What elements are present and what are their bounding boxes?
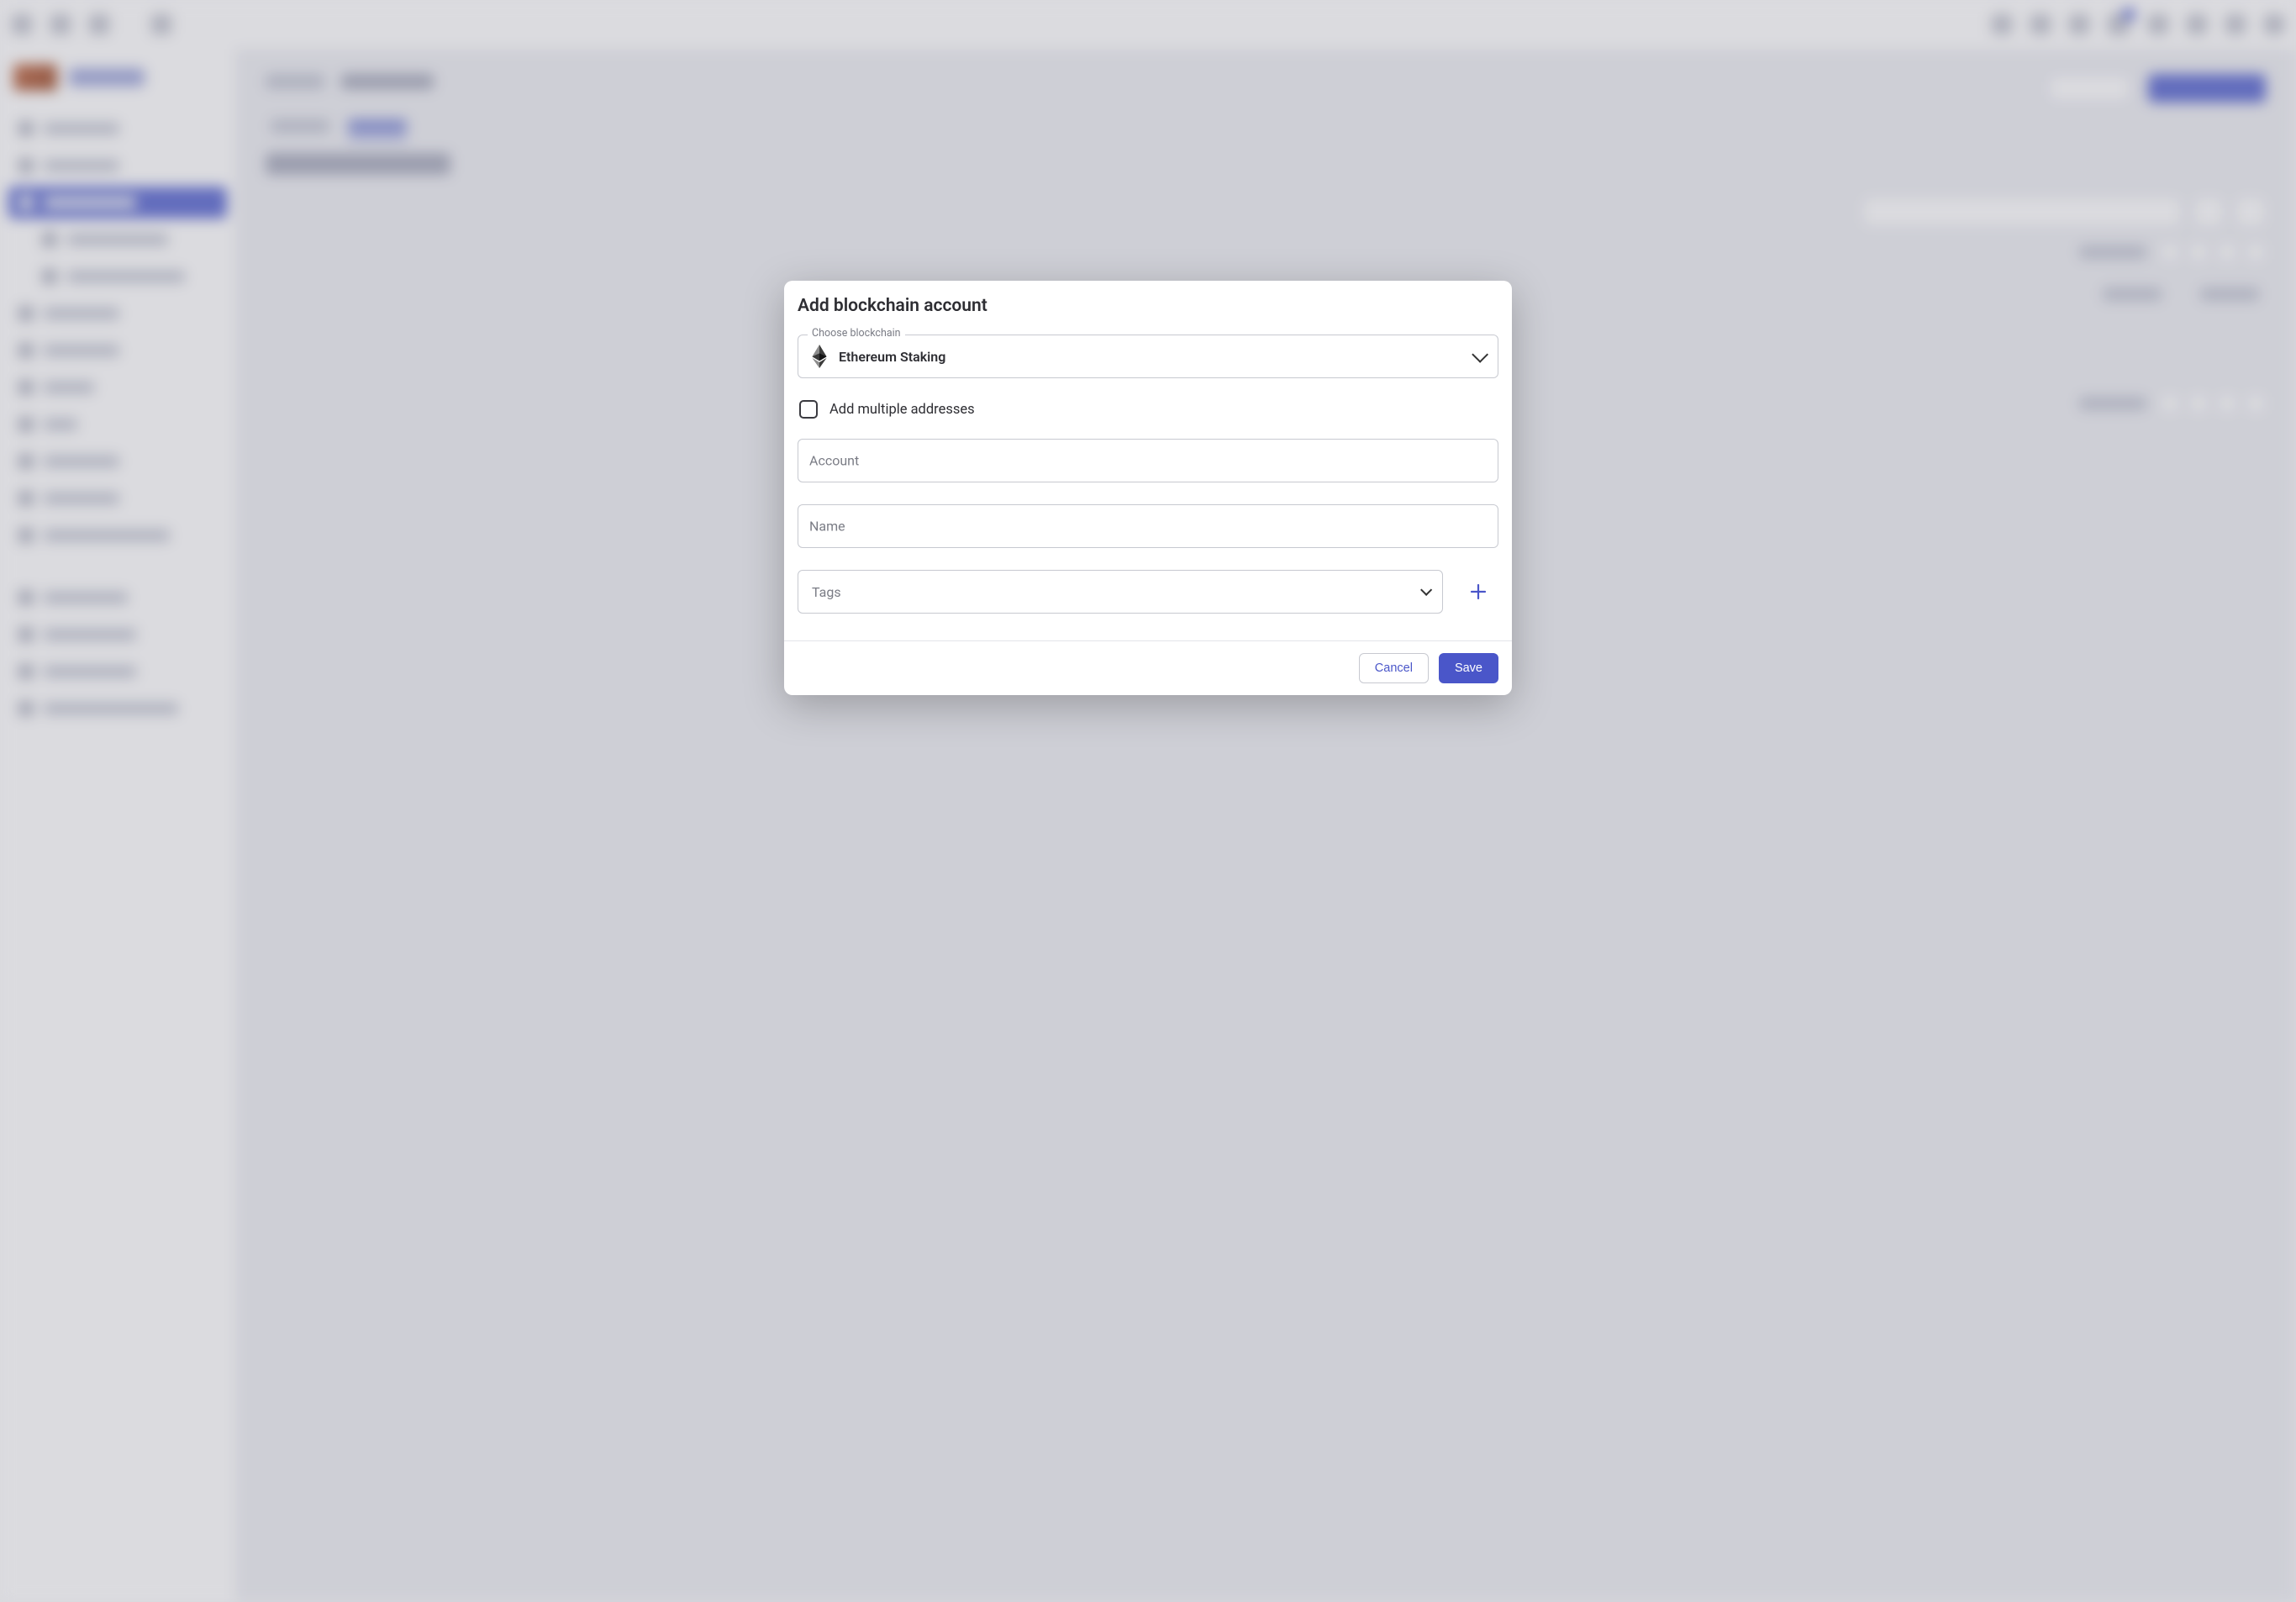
add-blockchain-account-modal: Add blockchain account Choose blockchain… [784,281,1512,695]
chevron-down-icon [1472,346,1488,363]
add-multiple-addresses-label: Add multiple addresses [829,402,975,418]
tags-label: Tags [812,584,841,600]
modal-overlay: Add blockchain account Choose blockchain… [0,0,2296,1602]
name-input[interactable] [798,504,1498,548]
save-button[interactable]: Save [1439,653,1498,683]
account-input[interactable] [798,439,1498,482]
add-tag-button[interactable] [1458,572,1498,612]
account-field-wrap: Account [798,439,1498,482]
tags-field[interactable]: Tags [798,570,1443,614]
add-multiple-addresses-row[interactable]: Add multiple addresses [799,400,1498,419]
add-multiple-addresses-checkbox[interactable] [799,400,818,419]
name-field-wrap: Name [798,504,1498,548]
choose-blockchain-label: Choose blockchain [808,327,905,340]
modal-title: Add blockchain account [798,296,1498,316]
chevron-down-icon [1420,584,1432,596]
choose-blockchain-field[interactable]: Choose blockchain Ethereum Staking [798,335,1498,378]
modal-footer: Cancel Save [784,640,1512,695]
choose-blockchain-value: Ethereum Staking [839,349,945,365]
ethereum-icon [812,345,827,368]
cancel-button[interactable]: Cancel [1359,653,1429,683]
